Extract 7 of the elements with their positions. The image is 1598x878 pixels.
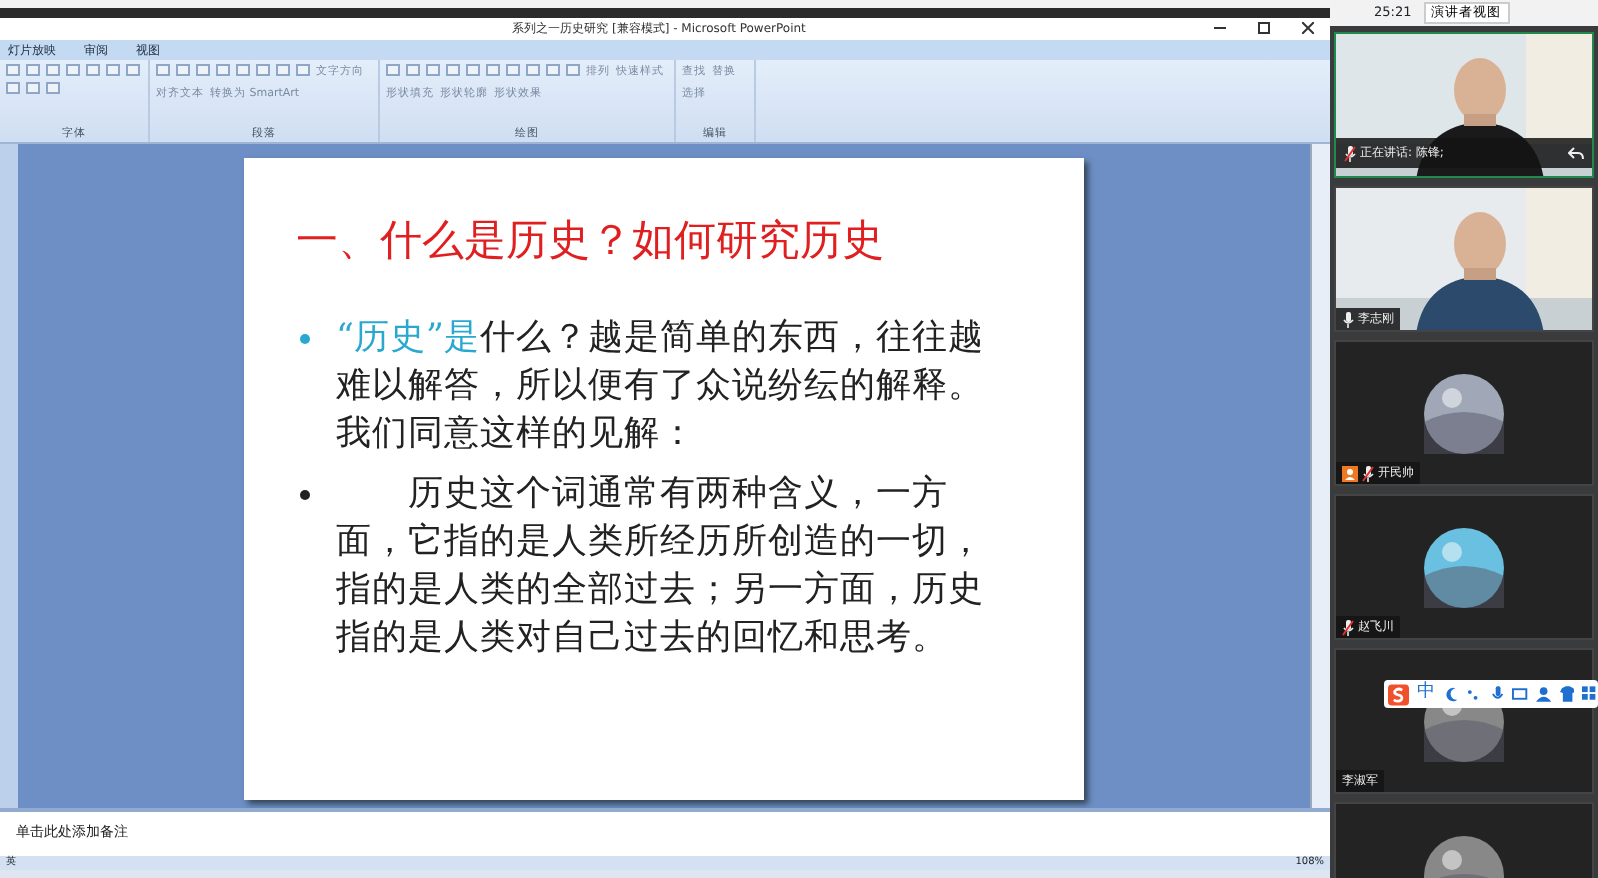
maximize-icon[interactable] (1258, 22, 1270, 35)
slide-title: 一、什么是历史？如何研究历史 (296, 214, 886, 268)
undo-icon[interactable] (1568, 146, 1584, 160)
bullet-text: 历史这个词通常有两种含义，一方面，它指的是人类所经历所创造的一切，指的是人类的全部过去；另一方面，历史指的是人类对自己过去的回忆和思考。 (336, 471, 986, 661)
close-icon[interactable] (1302, 22, 1314, 35)
minimize-icon[interactable] (1214, 22, 1226, 35)
bullet-text: “历史”是什么？越是简单的东西，往往越难以解答，所以便有了众说纷纭的解释。我们同意这样的见解： (336, 315, 986, 457)
